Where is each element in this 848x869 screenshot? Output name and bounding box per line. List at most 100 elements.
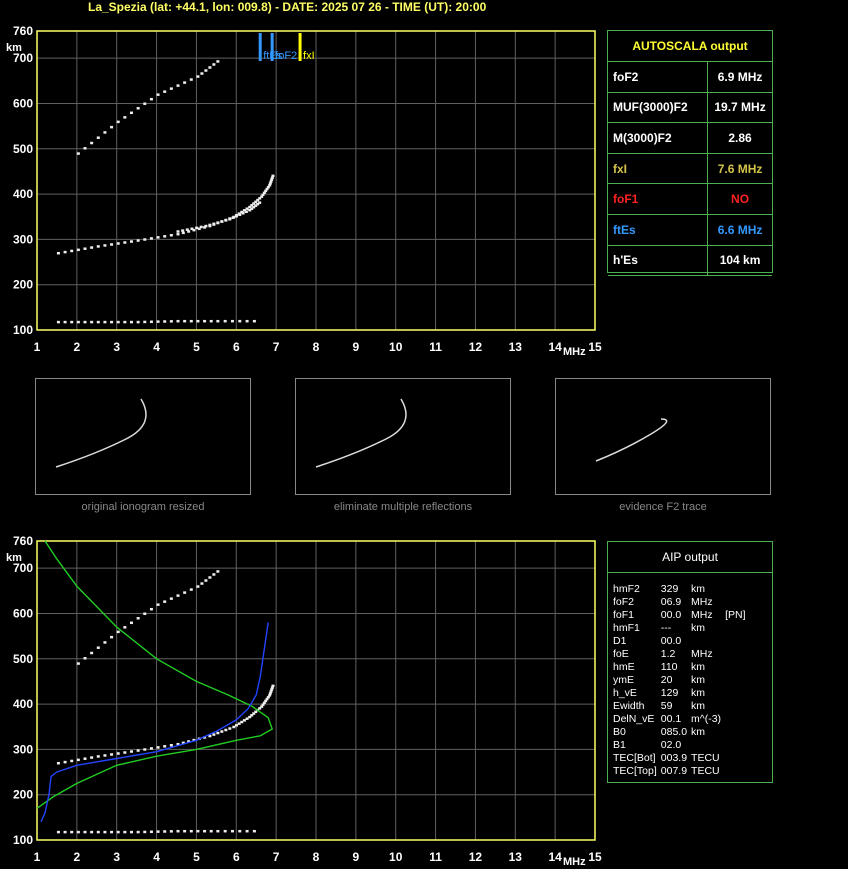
trace-point-F2_2hop xyxy=(130,621,133,625)
trace-point-F2_2hop xyxy=(183,81,187,84)
autoscala-value: 2.86 xyxy=(707,122,772,154)
autoscala-value: 19.7 MHz xyxy=(707,92,772,124)
aip-cell: hmF2 xyxy=(613,583,640,595)
trace-point-F2_o xyxy=(110,753,114,756)
x-tick-label: 6 xyxy=(233,850,240,864)
aip-row: DelN_vE 00.1 m^(-3) xyxy=(613,713,749,726)
trace-point-Es xyxy=(156,830,160,833)
trace-point-Es xyxy=(83,320,87,324)
x-tick-label: 11 xyxy=(429,340,442,354)
trace-point-F2_x xyxy=(190,227,194,231)
autoscala-value: 7.6 MHz xyxy=(707,153,772,185)
trace-point-Es xyxy=(149,830,153,834)
trace-point-F2_o xyxy=(169,234,173,237)
trace-point-F2_x xyxy=(228,218,232,221)
thumb-caption-evidence: evidence F2 trace xyxy=(619,501,707,513)
trace-point-F2_o xyxy=(110,243,114,246)
trace-point-Es xyxy=(56,320,60,324)
aip-cell: TEC[Top] xyxy=(613,765,657,777)
autoscala-value: 6.9 MHz xyxy=(707,62,772,93)
autoscala-label: h'Es xyxy=(608,245,708,277)
trace-point-F2_o xyxy=(228,727,232,730)
trace-point-F2_o xyxy=(240,720,244,724)
trace-point-F2_o xyxy=(96,245,100,248)
trace-point-Es xyxy=(110,320,114,324)
trace-point-F2_2hop xyxy=(76,152,80,155)
trace-point-F2_2hop xyxy=(136,107,140,110)
aip-cell xyxy=(725,674,749,687)
y-tick-label: 100 xyxy=(13,323,33,337)
autoscala-row: h'Es 104 km xyxy=(608,245,772,277)
aip-cell: DelN_vE xyxy=(613,713,655,725)
trace-point-F2_2hop xyxy=(76,662,80,665)
trace-point-Es xyxy=(252,319,256,323)
trace-point-Es xyxy=(189,829,193,833)
trace-point-Es xyxy=(116,830,120,834)
trace-point-Es xyxy=(183,829,187,833)
trace-point-F2_x xyxy=(195,226,199,230)
trace-point-F2_2hop xyxy=(216,60,220,63)
trace-point-F2_o xyxy=(123,241,127,244)
trace-point-Es xyxy=(216,829,220,833)
autoscala-label: MUF(3000)F2 xyxy=(608,92,708,124)
y-tick-label: 300 xyxy=(13,742,33,756)
aip-cell xyxy=(725,726,749,739)
trace-point-Es xyxy=(169,830,173,833)
aip-cell xyxy=(725,752,749,765)
trace-point-F2_x xyxy=(204,224,208,228)
trace-point-F2_x xyxy=(224,219,228,222)
trace-point-F2_2hop xyxy=(123,626,127,629)
series-line-0 xyxy=(36,540,274,809)
x-tick-label: 13 xyxy=(509,340,523,354)
trace-point-Es xyxy=(245,829,249,833)
trace-point-Es xyxy=(123,830,127,834)
autoscala-row: fxI 7.6 MHz xyxy=(608,153,772,185)
trace-point-Es xyxy=(63,320,67,324)
trace-point-F2_x xyxy=(231,216,235,219)
trace-point-F2_o xyxy=(116,752,120,755)
trace-point-Es xyxy=(116,320,120,324)
y-tick-label: 200 xyxy=(13,278,33,292)
y-tick-label: 200 xyxy=(13,788,33,802)
trace-point-F2_2hop xyxy=(143,102,147,105)
autoscala-row: foF2 6.9 MHz xyxy=(608,62,772,93)
aip-cell: 1.2 xyxy=(660,648,676,660)
autoscala-row: M(3000)F2 2.86 xyxy=(608,122,772,154)
trace-point-Es xyxy=(183,319,187,323)
trace-point-Es xyxy=(70,830,74,834)
trace-point-F2_x xyxy=(238,213,242,216)
aip-cell: MHz xyxy=(691,596,713,608)
autoscala-label: M(3000)F2 xyxy=(608,122,708,154)
trace-point-Es xyxy=(76,830,80,834)
trace-point-Es xyxy=(169,320,173,323)
trace-point-F2_2hop xyxy=(149,607,153,611)
aip-row: foE 1.2 MHz xyxy=(613,648,749,661)
trace-point-F2_x xyxy=(176,230,180,233)
trace-point-Es xyxy=(96,830,100,834)
trace-point-F2_o xyxy=(63,250,67,254)
trace-point-Es xyxy=(56,830,60,834)
trace-point-F2_o xyxy=(245,207,249,210)
aip-cell xyxy=(725,713,749,726)
trace-point-F2_o xyxy=(56,761,60,765)
aip-cell: [PN] xyxy=(725,609,746,621)
trace-point-Es xyxy=(223,829,227,833)
trace-point-Es xyxy=(245,319,249,323)
trace-point-F2_2hop xyxy=(176,84,180,87)
trace-point-F2_x xyxy=(216,221,220,224)
thumb-evidence xyxy=(555,378,771,495)
x-tick-label: 7 xyxy=(273,340,280,354)
x-tick-label: 6 xyxy=(233,340,240,354)
trace-point-F2_2hop xyxy=(163,600,167,603)
trace-point-F2_x xyxy=(234,214,238,218)
trace-point-F2_o xyxy=(143,238,147,241)
x-tick-label: 12 xyxy=(469,850,483,864)
x-axis-label: MHz xyxy=(563,856,586,868)
trace-point-F2_o xyxy=(96,755,100,758)
aip-row: foF1 00.0 MHz [PN] xyxy=(613,609,749,622)
trace-point-F2_2hop xyxy=(110,125,114,129)
y-tick-label: 500 xyxy=(13,652,33,666)
x-tick-label: 1 xyxy=(34,850,41,864)
aip-cell: ymE xyxy=(613,674,634,686)
x-tick-label: 4 xyxy=(153,850,160,864)
